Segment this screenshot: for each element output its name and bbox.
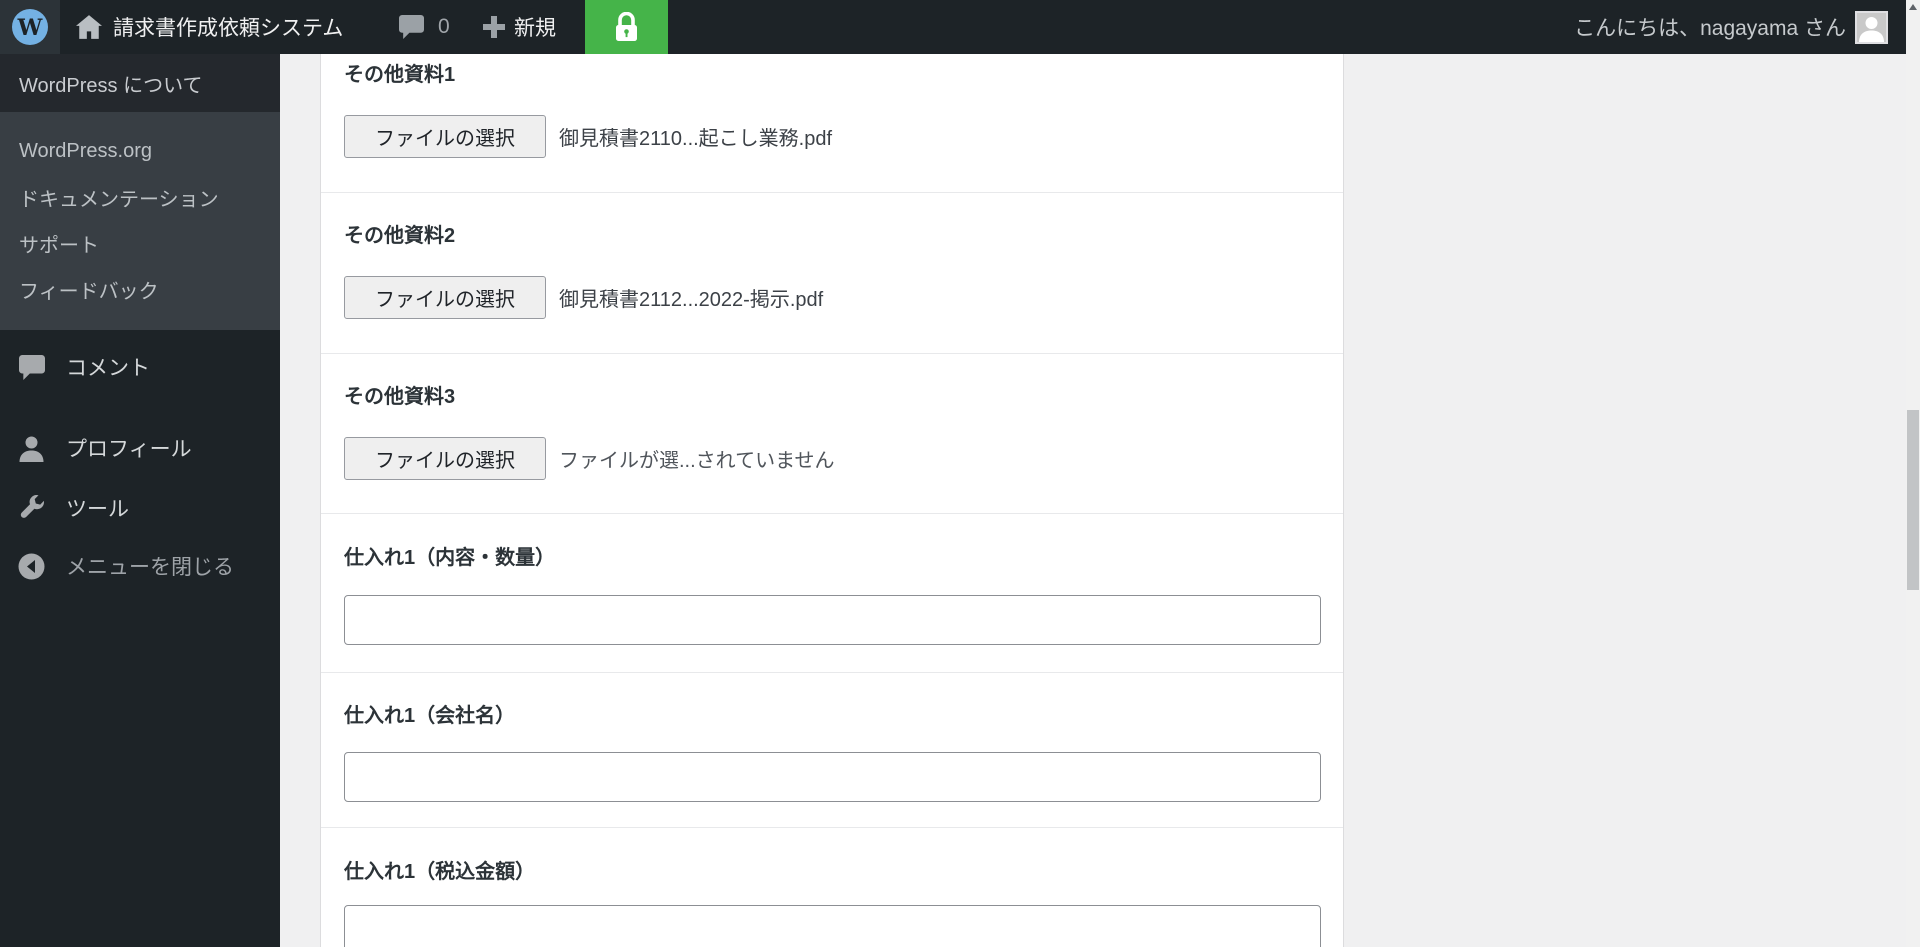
site-title: 請求書作成依頼システム <box>113 17 344 40</box>
menu-item-label: フィードバック <box>19 280 159 303</box>
comment-icon <box>18 354 45 381</box>
file-input-other-doc-2: ファイルの選択 御見積書2112...2022-掲示.pdf <box>344 276 823 319</box>
sidebar-item-label: コメント <box>66 357 150 380</box>
new-content-link[interactable]: 新規 <box>483 0 556 54</box>
wp-about-menu-item[interactable]: WordPress について <box>0 54 280 112</box>
menu-item-label: WordPress.org <box>19 139 153 162</box>
row-separator <box>321 827 1343 828</box>
scroll-up-arrow-icon[interactable] <box>1909 4 1917 10</box>
security-lock-button[interactable] <box>585 0 668 54</box>
sidebar-item-label: ツール <box>66 498 129 521</box>
admin-sidebar: WordPress について WordPress.org ドキュメンテーション … <box>0 54 280 947</box>
my-account-link[interactable]: こんにちは、nagayama さん <box>1574 0 1888 54</box>
wp-logo-menu-button[interactable]: W <box>0 0 60 54</box>
user-icon <box>18 435 45 462</box>
field-label-purchase1-amount: 仕入れ1（税込金額） <box>344 861 536 883</box>
no-file-selected-text: ファイルが選...されていません <box>559 450 835 472</box>
comment-bubble-icon <box>399 15 424 39</box>
sidebar-item-label: プロフィール <box>66 438 192 461</box>
field-label-other-doc-2: その他資料2 <box>344 225 456 247</box>
menu-item-feedback[interactable]: フィードバック <box>0 266 280 312</box>
sidebar-collapse-menu[interactable]: メニューを閉じる <box>0 536 280 596</box>
selected-file-name: 御見積書2112...2022-掲示.pdf <box>559 289 824 311</box>
comments-link[interactable]: 0 <box>399 0 450 54</box>
file-input-other-doc-1: ファイルの選択 御見積書2110...起こし業務.pdf <box>344 115 832 158</box>
wrench-icon <box>18 494 45 522</box>
menu-item-label: ドキュメンテーション <box>19 188 219 211</box>
menu-item-documentation[interactable]: ドキュメンテーション <box>0 174 280 220</box>
row-separator <box>321 353 1343 354</box>
row-separator <box>321 192 1343 193</box>
scrollbar-thumb[interactable] <box>1907 410 1919 590</box>
sidebar-item-profile[interactable]: プロフィール <box>0 418 280 478</box>
sidebar-item-label: メニューを閉じる <box>66 556 234 579</box>
home-icon <box>76 15 102 39</box>
howdy-text: こんにちは、nagayama さん <box>1574 17 1846 40</box>
collapse-arrow-icon <box>18 553 45 580</box>
choose-file-button[interactable]: ファイルの選択 <box>344 437 546 480</box>
file-input-other-doc-3: ファイルの選択 ファイルが選...されていません <box>344 437 834 480</box>
purchase1-company-input[interactable] <box>344 752 1321 802</box>
person-silhouette-icon <box>1859 16 1884 42</box>
form-card: その他資料1 ファイルの選択 御見積書2110...起こし業務.pdf その他資… <box>320 54 1344 947</box>
purchase1-content-qty-input[interactable] <box>344 595 1321 645</box>
field-label-purchase1-company: 仕入れ1（会社名） <box>344 705 516 727</box>
menu-item-label: サポート <box>19 234 99 257</box>
new-label: 新規 <box>514 17 556 40</box>
selected-file-name: 御見積書2110...起こし業務.pdf <box>559 128 833 150</box>
wp-logo-submenu: WordPress.org ドキュメンテーション サポート フィードバック <box>0 112 280 330</box>
user-avatar <box>1855 10 1888 44</box>
choose-file-button[interactable]: ファイルの選択 <box>344 276 546 319</box>
field-label-other-doc-1: その他資料1 <box>344 64 456 86</box>
site-link[interactable]: 請求書作成依頼システム <box>76 0 343 54</box>
comment-count: 0 <box>438 15 450 38</box>
wordpress-logo-icon: W <box>12 9 48 45</box>
field-label-other-doc-3: その他資料3 <box>344 386 456 408</box>
wp-about-label: WordPress について <box>19 74 203 97</box>
plus-icon <box>483 16 505 38</box>
row-separator <box>321 672 1343 673</box>
choose-file-button[interactable]: ファイルの選択 <box>344 115 546 158</box>
sidebar-item-tools[interactable]: ツール <box>0 478 280 538</box>
vertical-scrollbar <box>1906 0 1920 947</box>
row-separator <box>321 513 1343 514</box>
sidebar-item-comments[interactable]: コメント <box>0 337 280 397</box>
lock-icon <box>616 11 637 41</box>
purchase1-amount-input[interactable] <box>344 905 1321 947</box>
field-label-purchase1-content-qty: 仕入れ1（内容・数量） <box>344 547 556 569</box>
menu-item-wordpress-org[interactable]: WordPress.org <box>0 128 280 174</box>
menu-item-support[interactable]: サポート <box>0 220 280 266</box>
wordpress-logo-letter: W <box>17 15 43 41</box>
admin-bar: W 請求書作成依頼システム 0 新規 こんにちは、nagayama さん <box>0 0 1906 54</box>
